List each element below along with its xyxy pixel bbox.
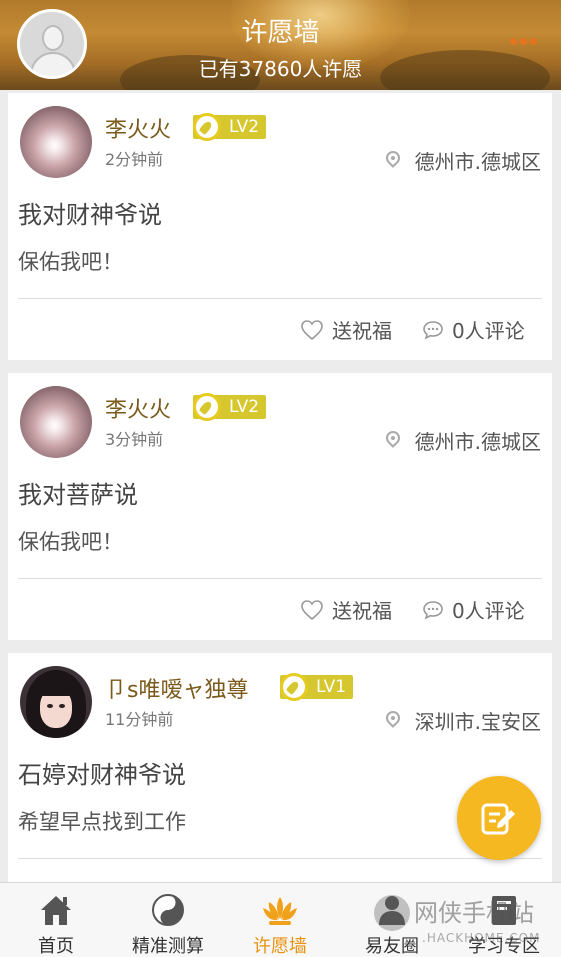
divider — [18, 578, 542, 579]
chat-bubble-icon — [423, 600, 443, 620]
bottom-nav: 首页 精准测算 许愿墙 易友圈 学习专区 — [0, 882, 561, 957]
username[interactable]: 卩s唯嗳ャ独尊 — [105, 672, 248, 704]
wish-title: 我对财神爷说 — [18, 201, 162, 229]
post-time: 3分钟前 — [105, 430, 164, 449]
location-pin-icon — [386, 151, 400, 170]
home-icon — [41, 896, 71, 925]
post-time: 2分钟前 — [105, 150, 164, 169]
make-wish-button[interactable] — [457, 776, 541, 860]
avatar[interactable] — [20, 386, 92, 458]
nav-fortune[interactable]: 精准测算 — [112, 883, 224, 957]
wish-title: 石婷对财神爷说 — [18, 761, 186, 789]
location-pin-icon — [386, 711, 400, 730]
level-badge: LV1 — [280, 673, 353, 701]
send-blessing-button[interactable]: 送祝福 — [300, 595, 392, 624]
people-icon — [379, 896, 405, 925]
rocket-icon — [280, 673, 308, 701]
location-pin-icon — [386, 431, 400, 450]
nav-study-zone[interactable]: 学习专区 — [448, 883, 560, 957]
location: 德州市.德城区 — [386, 146, 541, 175]
chat-bubble-icon — [423, 320, 443, 340]
level-badge: LV2 — [193, 113, 266, 141]
wish-card[interactable]: 李火火 LV2 2分钟前 德州市.德城区 我对财神爷说 保佑我吧！ 送祝福 0人… — [8, 93, 552, 360]
wish-content: 保佑我吧！ — [18, 530, 123, 554]
lotus-icon — [263, 897, 297, 925]
level-badge: LV2 — [193, 393, 266, 421]
wish-count: 已有37860人许愿 — [198, 57, 363, 81]
location: 德州市.德城区 — [386, 426, 541, 455]
header-banner: 许愿墙 已有37860人许愿 — [0, 0, 561, 90]
rocket-icon — [193, 393, 221, 421]
comment-button[interactable]: 0人评论 — [422, 315, 525, 344]
username[interactable]: 李火火 — [105, 112, 171, 144]
username[interactable]: 李火火 — [105, 392, 171, 424]
divider — [18, 298, 542, 299]
book-icon — [492, 896, 516, 925]
nav-home[interactable]: 首页 — [0, 883, 112, 957]
yin-yang-icon — [152, 894, 184, 926]
avatar[interactable] — [20, 106, 92, 178]
avatar[interactable] — [20, 666, 92, 738]
wish-content: 希望早点找到工作 — [18, 810, 186, 834]
edit-icon — [481, 803, 515, 835]
wish-title: 我对菩萨说 — [18, 481, 138, 509]
heart-icon — [301, 599, 323, 620]
location: 深圳市.宝安区 — [386, 706, 541, 735]
wish-content: 保佑我吧！ — [18, 250, 123, 274]
nav-friends-circle[interactable]: 易友圈 — [336, 883, 448, 957]
more-icon[interactable] — [510, 38, 540, 48]
rocket-icon — [193, 113, 221, 141]
nav-wish-wall[interactable]: 许愿墙 — [224, 883, 336, 957]
comment-button[interactable]: 0人评论 — [422, 595, 525, 624]
divider — [18, 858, 542, 859]
heart-icon — [301, 319, 323, 340]
post-time: 11分钟前 — [105, 710, 174, 729]
send-blessing-button[interactable]: 送祝福 — [300, 315, 392, 344]
page-title: 许愿墙 — [241, 18, 320, 48]
wish-card[interactable]: 李火火 LV2 3分钟前 德州市.德城区 我对菩萨说 保佑我吧！ 送祝福 0人评… — [8, 373, 552, 640]
